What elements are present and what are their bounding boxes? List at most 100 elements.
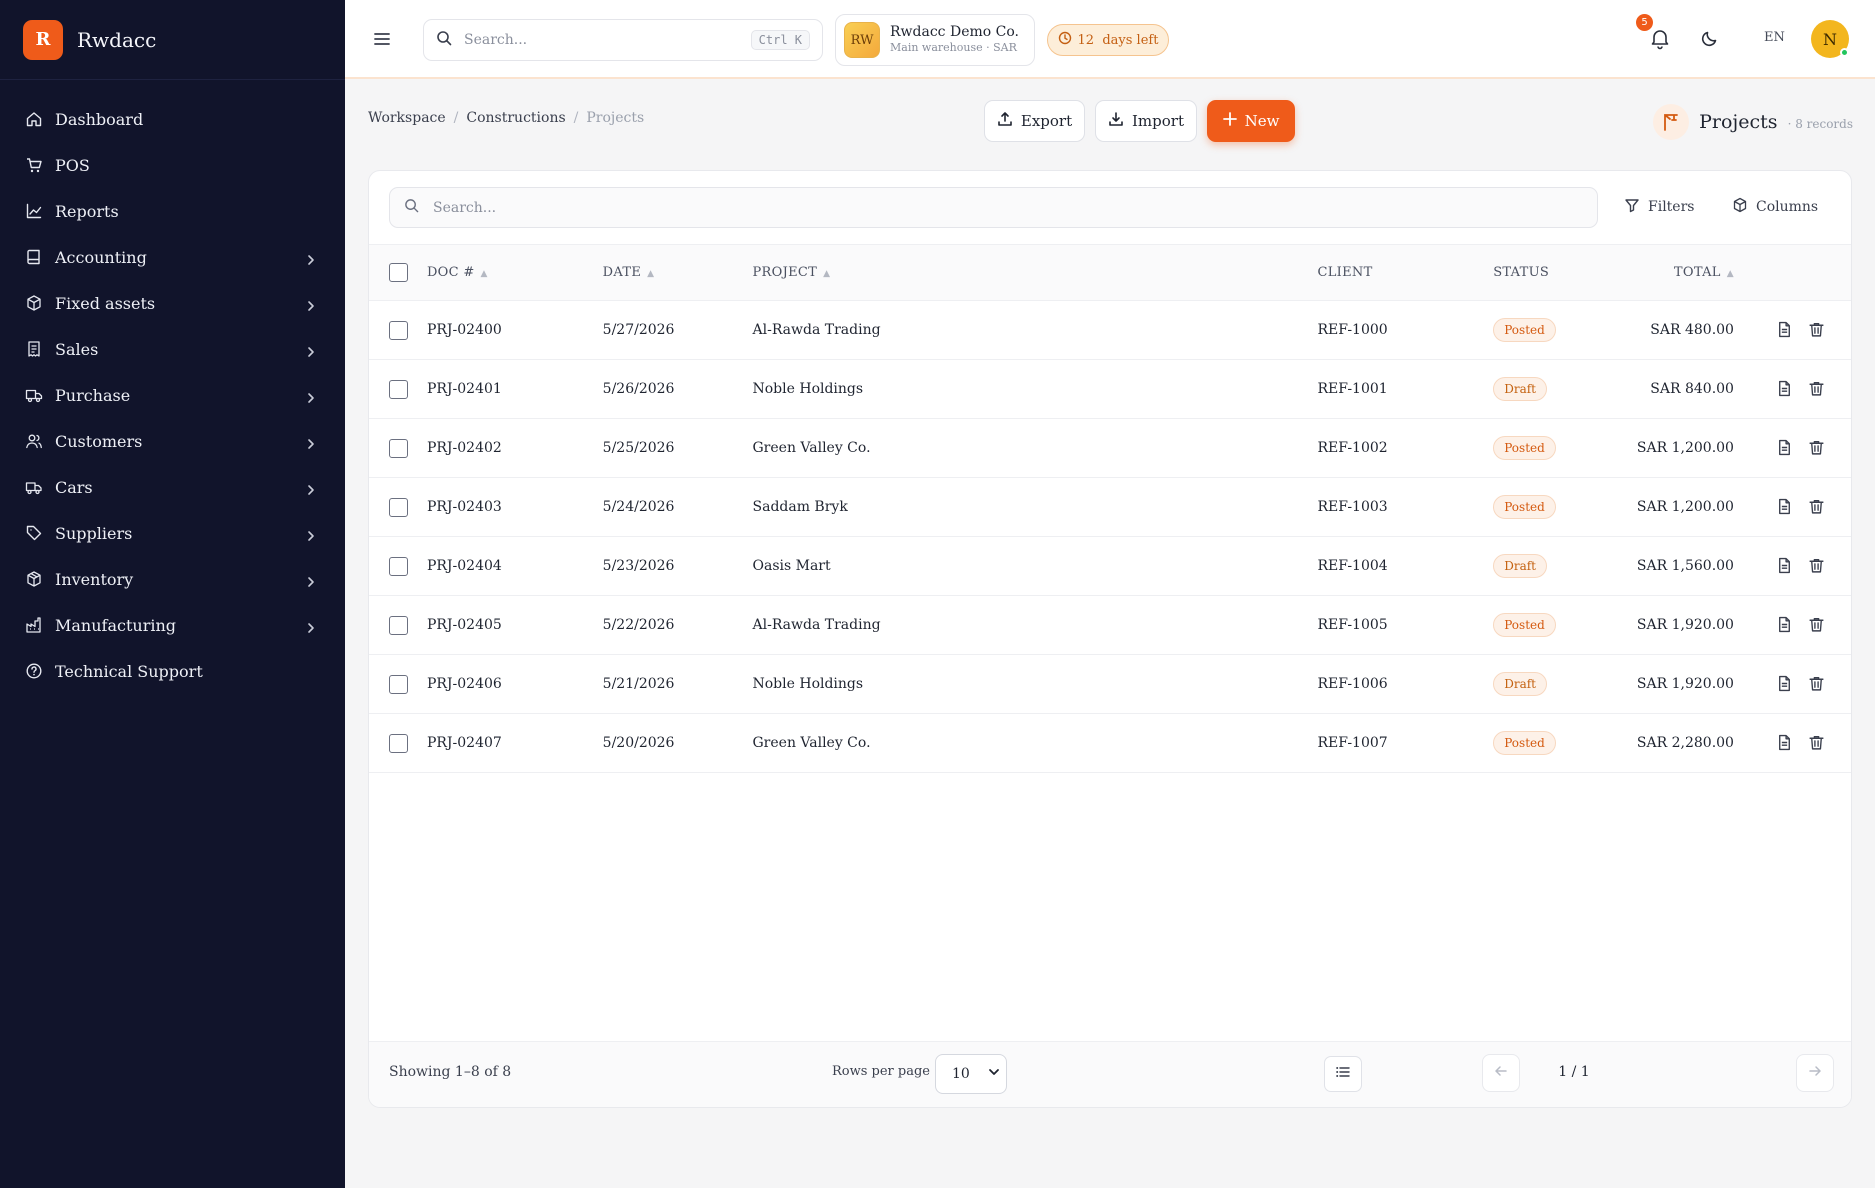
sidebar-item-label: Purchase (55, 385, 131, 405)
row-checkbox[interactable] (389, 615, 408, 635)
notification-count: 5 (1636, 14, 1653, 31)
columns-button[interactable]: Columns (1732, 197, 1818, 217)
table-search-input[interactable]: Search... (389, 187, 1598, 228)
sidebar-item-manufacturing[interactable]: Manufacturing (0, 602, 345, 648)
cell-date: 5/26/2026 (602, 381, 675, 397)
help-circle-icon (25, 662, 43, 680)
cell-total: SAR 1,920.00 (1636, 617, 1734, 633)
cell-project: Oasis Mart (752, 558, 831, 574)
brand[interactable]: R Rwdacc (0, 0, 345, 80)
row-checkbox[interactable] (389, 438, 408, 458)
new-button[interactable]: New (1207, 100, 1295, 142)
trash-icon[interactable] (1808, 498, 1826, 516)
chevron-right-icon (305, 619, 317, 633)
row-checkbox[interactable] (389, 674, 408, 694)
trash-icon[interactable] (1808, 380, 1826, 398)
cell-doc[interactable]: PRJ-02406 (427, 655, 603, 714)
cell-doc[interactable]: PRJ-02400 (427, 301, 603, 360)
list-view-button[interactable] (1324, 1056, 1362, 1092)
prev-page-button[interactable] (1482, 1054, 1520, 1092)
dark-mode-toggle[interactable] (1700, 28, 1722, 50)
document-icon[interactable] (1776, 439, 1794, 457)
trial-badge[interactable]: 12 days left (1047, 24, 1169, 56)
breadcrumb-workspace[interactable]: Workspace (368, 110, 446, 126)
sidebar-item-cars[interactable]: Cars (0, 464, 345, 510)
cell-total: SAR 480.00 (1650, 322, 1734, 338)
document-icon[interactable] (1776, 734, 1794, 752)
cell-doc[interactable]: PRJ-02401 (427, 360, 603, 419)
language-toggle[interactable]: EN (1764, 30, 1785, 45)
notifications-button[interactable]: 5 (1636, 14, 1674, 54)
trash-icon[interactable] (1808, 439, 1826, 457)
breadcrumb-constructions[interactable]: Constructions (466, 110, 565, 126)
cell-doc[interactable]: PRJ-02403 (427, 478, 603, 537)
document-icon[interactable] (1776, 498, 1794, 516)
row-checkbox[interactable] (389, 497, 408, 517)
table-row[interactable]: PRJ-02401 5/26/2026 Noble Holdings REF-1001… (369, 360, 1851, 419)
table-row[interactable]: PRJ-02402 5/25/2026 Green Valley Co. REF-10… (369, 419, 1851, 478)
box-icon (25, 294, 43, 312)
row-checkbox[interactable] (389, 320, 408, 340)
cell-doc[interactable]: PRJ-02405 (427, 596, 603, 655)
cell-doc[interactable]: PRJ-02404 (427, 537, 603, 596)
cell-doc[interactable]: PRJ-02407 (427, 714, 603, 773)
cell-project: Saddam Bryk (752, 499, 848, 515)
document-icon[interactable] (1776, 380, 1794, 398)
user-avatar[interactable]: N (1811, 20, 1849, 58)
select-all-checkbox[interactable] (389, 263, 408, 282)
col-client[interactable]: CLIENT (1317, 245, 1493, 301)
sidebar-item-suppliers[interactable]: Suppliers (0, 510, 345, 556)
company-subtitle: Main warehouse · SAR (890, 41, 1017, 54)
document-icon[interactable] (1776, 557, 1794, 575)
table-row[interactable]: PRJ-02404 5/23/2026 Oasis Mart REF-1004 Draf… (369, 537, 1851, 596)
sidebar-item-purchase[interactable]: Purchase (0, 372, 345, 418)
row-checkbox[interactable] (389, 379, 408, 399)
sidebar-item-sales[interactable]: Sales (0, 326, 345, 372)
trash-icon[interactable] (1808, 734, 1826, 752)
sidebar-item-reports[interactable]: Reports (0, 188, 345, 234)
cell-doc[interactable]: PRJ-02402 (427, 419, 603, 478)
col-total[interactable]: TOTAL ▲ (1613, 245, 1746, 301)
filters-button[interactable]: Filters (1624, 197, 1694, 217)
rows-per-page-select[interactable]: 10 (935, 1054, 1007, 1094)
table-row[interactable]: PRJ-02407 5/20/2026 Green Valley Co. REF-10… (369, 714, 1851, 773)
col-date[interactable]: DATE ▲ (603, 245, 753, 301)
table-row[interactable]: PRJ-02405 5/22/2026 Al-Rawda Trading REF-10… (369, 596, 1851, 655)
cell-client: REF-1004 (1317, 558, 1388, 574)
breadcrumb: Workspace / Constructions / Projects (368, 110, 644, 126)
document-icon[interactable] (1776, 321, 1794, 339)
company-switcher[interactable]: RW Rwdacc Demo Co. Main warehouse · SAR (835, 14, 1035, 66)
col-status[interactable]: STATUS (1493, 245, 1613, 301)
sidebar-item-customers[interactable]: Customers (0, 418, 345, 464)
table-row[interactable]: PRJ-02403 5/24/2026 Saddam Bryk REF-1003 Pos… (369, 478, 1851, 537)
trash-icon[interactable] (1808, 675, 1826, 693)
trash-icon[interactable] (1808, 557, 1826, 575)
sidebar-item-pos[interactable]: POS (0, 142, 345, 188)
table-row[interactable]: PRJ-02400 5/27/2026 Al-Rawda Trading REF-10… (369, 301, 1851, 360)
global-search-input[interactable]: Search... Ctrl K (423, 19, 823, 61)
sidebar-item-dashboard[interactable]: Dashboard (0, 96, 345, 142)
trash-icon[interactable] (1808, 616, 1826, 634)
cell-client: REF-1003 (1317, 499, 1388, 515)
menu-icon[interactable] (371, 28, 393, 50)
export-button[interactable]: Export (984, 100, 1085, 142)
rows-per-page-value: 10 (952, 1066, 970, 1082)
row-checkbox[interactable] (389, 556, 408, 576)
col-doc[interactable]: DOC # ▲ (427, 245, 603, 301)
import-button[interactable]: Import (1095, 100, 1197, 142)
bell-icon (1648, 30, 1672, 54)
cell-total: SAR 1,200.00 (1636, 499, 1734, 515)
row-checkbox[interactable] (389, 733, 408, 753)
table-row[interactable]: PRJ-02406 5/21/2026 Noble Holdings REF-1006… (369, 655, 1851, 714)
sidebar-item-accounting[interactable]: Accounting (0, 234, 345, 280)
sidebar-item-fixed-assets[interactable]: Fixed assets (0, 280, 345, 326)
document-icon[interactable] (1776, 616, 1794, 634)
sidebar-item-technical-support[interactable]: Technical Support (0, 648, 345, 694)
trash-icon[interactable] (1808, 321, 1826, 339)
col-project[interactable]: PROJECT ▲ (753, 245, 1318, 301)
status-badge: Posted (1493, 731, 1556, 755)
document-icon[interactable] (1776, 675, 1794, 693)
sidebar-item-inventory[interactable]: Inventory (0, 556, 345, 602)
sidebar-item-label: Reports (55, 201, 119, 221)
next-page-button[interactable] (1796, 1054, 1834, 1092)
